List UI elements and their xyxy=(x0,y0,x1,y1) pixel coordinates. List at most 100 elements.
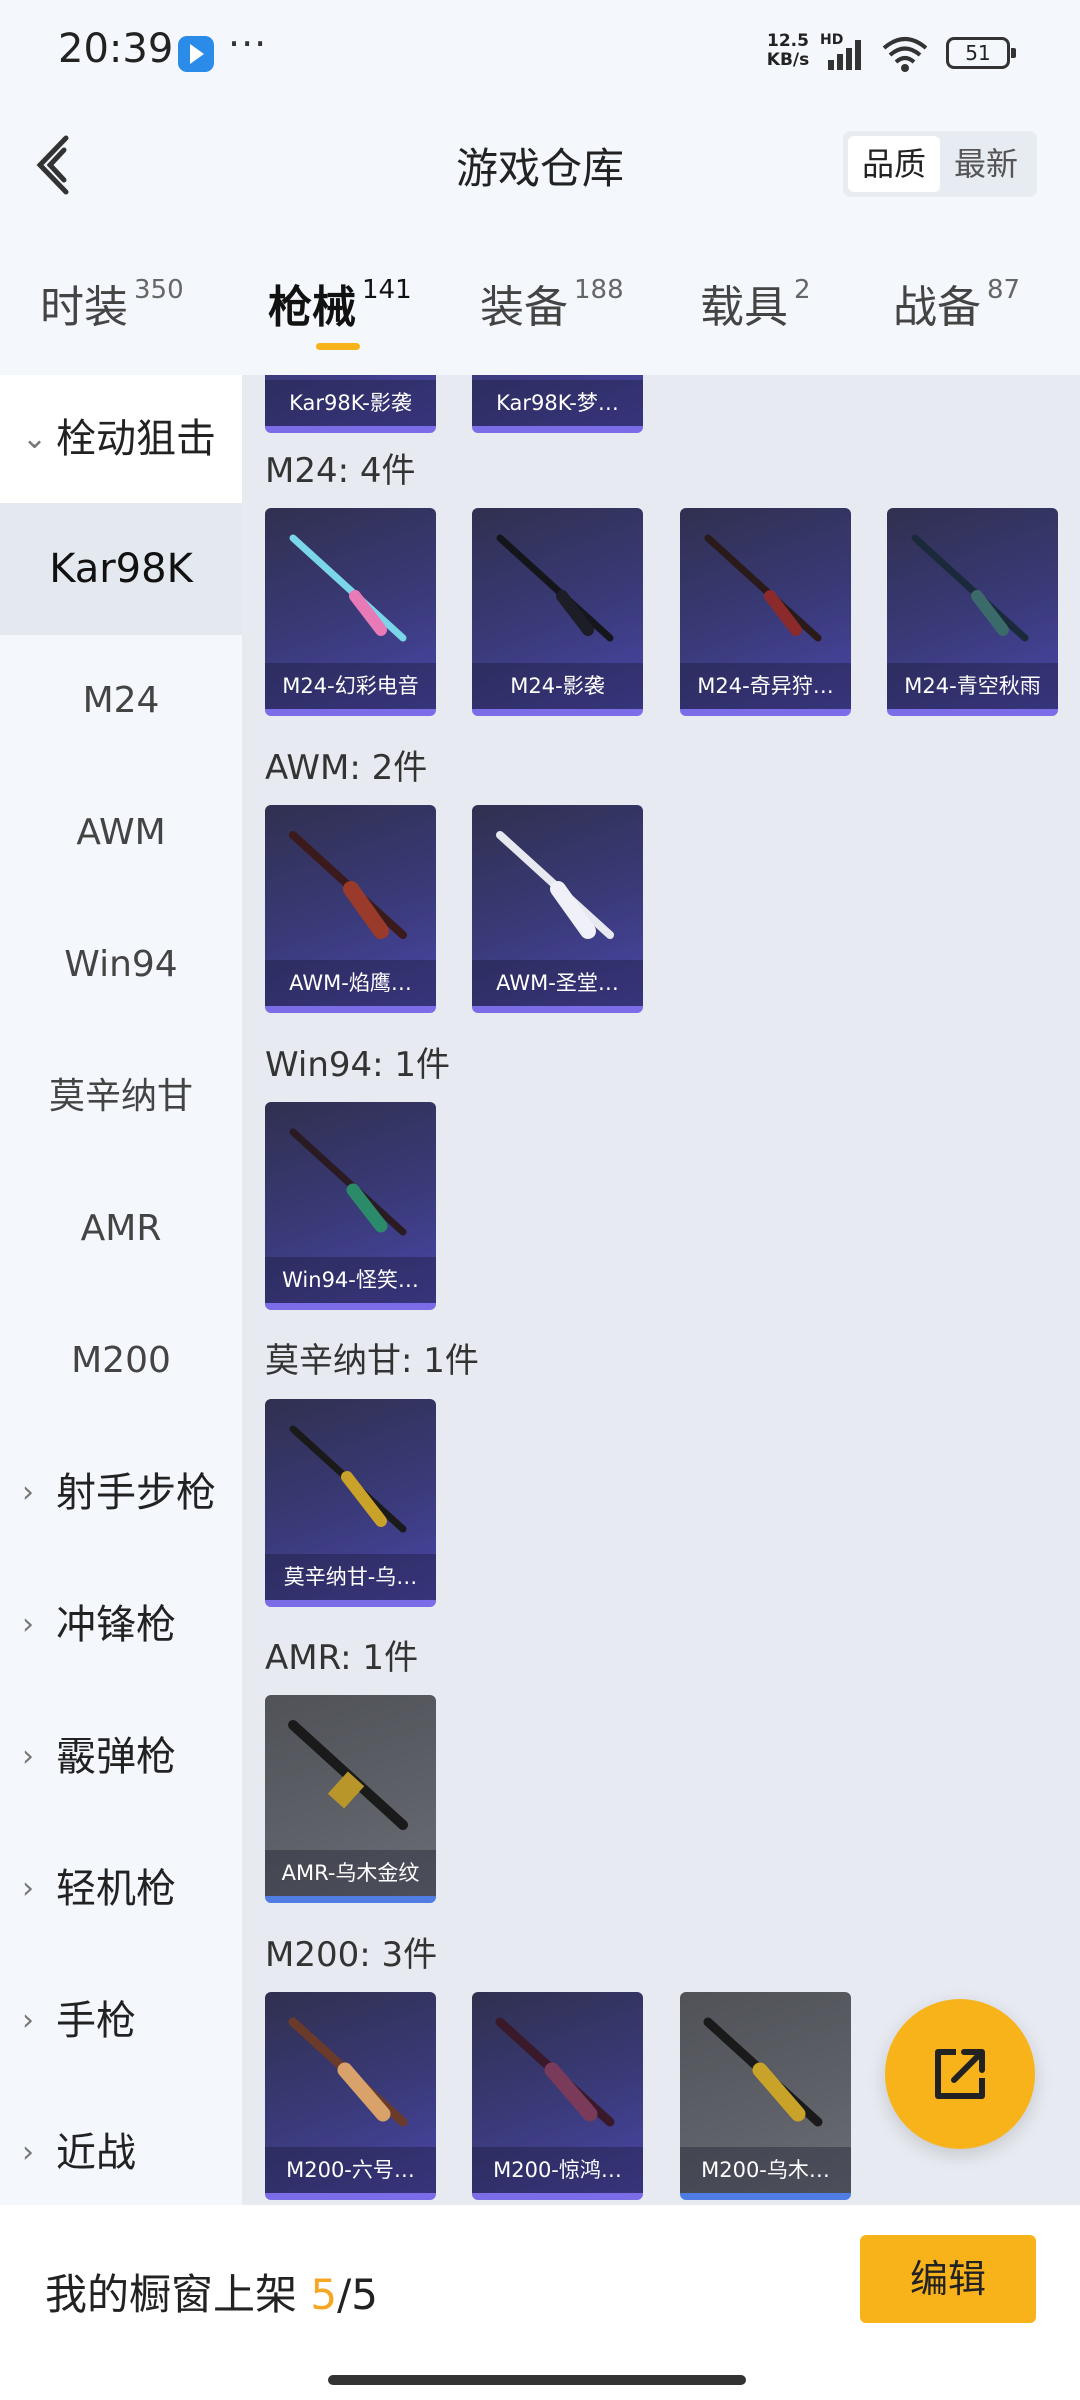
tab-label: 时装 xyxy=(40,282,128,333)
tab-count: 141 xyxy=(362,275,412,305)
tab-label: 载具 xyxy=(700,282,788,333)
section-title-m200: M200: 3件 xyxy=(265,1935,438,1975)
tab-guns[interactable]: 枪械 141 xyxy=(268,271,412,335)
weapon-card[interactable]: M24-青空秋雨 xyxy=(887,508,1058,716)
sort-option-latest[interactable]: 最新 xyxy=(940,136,1032,192)
weapon-card[interactable]: M200-乌木… xyxy=(680,1992,851,2200)
tab-vehicles[interactable]: 载具 2 xyxy=(700,271,811,335)
weapon-card-label: M24-青空秋雨 xyxy=(887,663,1058,709)
chevron-right-icon: › xyxy=(22,1871,34,1906)
sidebar-group-pistol[interactable]: › 手枪 xyxy=(0,1955,242,2087)
chevron-right-icon: › xyxy=(22,1475,34,1510)
sidebar-group-label: 冲锋枪 xyxy=(56,1602,176,1648)
section-title-win94: Win94: 1件 xyxy=(265,1045,451,1085)
weapon-card-label: Kar98K-影袭 xyxy=(265,380,436,426)
rifle-icon xyxy=(289,1425,407,1533)
sidebar-group-lmg[interactable]: › 轻机枪 xyxy=(0,1823,242,1955)
sidebar-item-amr[interactable]: AMR xyxy=(0,1163,242,1295)
tab-costumes[interactable]: 时装 350 xyxy=(40,271,184,335)
tab-count: 2 xyxy=(794,275,811,305)
weapon-card[interactable]: Win94-怪笑… xyxy=(265,1102,436,1310)
sidebar-group-label: 手枪 xyxy=(56,1998,136,2044)
weapon-card-label: AWM-焰鹰… xyxy=(265,960,436,1006)
sidebar-item-awm[interactable]: AWM xyxy=(0,767,242,899)
share-button[interactable] xyxy=(885,1999,1035,2149)
showcase-current-count: 5 xyxy=(310,2270,338,2319)
rifle-icon xyxy=(704,534,822,642)
sidebar-group-label: 射手步枪 xyxy=(56,1470,216,1516)
sidebar-group-smg[interactable]: › 冲锋枪 xyxy=(0,1559,242,1691)
rifle-icon xyxy=(288,1720,408,1830)
weapon-card[interactable]: AWM-圣堂… xyxy=(472,805,643,1013)
sort-option-quality[interactable]: 品质 xyxy=(848,136,940,192)
weapon-card[interactable]: M24-奇异狩… xyxy=(680,508,851,716)
weapon-card-label: Kar98K-梦… xyxy=(472,380,643,426)
weapon-grid: Kar98K-影袭 Kar98K-梦… M24: 4件 M24-幻彩电音 M24… xyxy=(242,375,1080,2205)
sidebar-item-kar98k[interactable]: Kar98K xyxy=(0,503,242,635)
rifle-icon xyxy=(288,2017,408,2127)
weapon-card[interactable]: AMR-乌木金纹 xyxy=(265,1695,436,1903)
weapon-card-label: M200-乌木… xyxy=(680,2147,851,2193)
bottom-bar: 我的橱窗上架 5/5 编辑 xyxy=(0,2205,1080,2400)
chevron-right-icon: › xyxy=(22,1739,34,1774)
edit-button[interactable]: 编辑 xyxy=(860,2235,1036,2323)
weapon-card[interactable]: Kar98K-梦… xyxy=(472,375,643,433)
status-bar: 20:39 ··· 12.5 KB/s HD 51 xyxy=(0,0,1080,105)
status-time: 20:39 xyxy=(58,26,174,72)
header: 游戏仓库 品质 最新 xyxy=(0,105,1080,225)
rifle-icon xyxy=(703,2017,823,2127)
more-notifications-icon: ··· xyxy=(228,22,268,66)
signal-icon xyxy=(828,40,861,70)
weapon-card[interactable]: M24-影袭 xyxy=(472,508,643,716)
weapon-card[interactable]: AWM-焰鹰… xyxy=(265,805,436,1013)
weapon-card-label: M200-六号… xyxy=(265,2147,436,2193)
active-tab-indicator xyxy=(316,343,360,350)
sort-switch: 品质 最新 xyxy=(843,131,1037,197)
sidebar-item-m200[interactable]: M200 xyxy=(0,1295,242,1427)
wifi-icon xyxy=(882,37,928,72)
sidebar-group-melee[interactable]: › 近战 xyxy=(0,2087,242,2205)
chevron-right-icon: › xyxy=(22,2003,34,2038)
tab-count: 350 xyxy=(134,275,184,305)
weapon-card[interactable]: 莫辛纳甘-乌… xyxy=(265,1399,436,1607)
weapon-card-label: Win94-怪笑… xyxy=(265,1257,436,1303)
sidebar-group-shotgun[interactable]: › 霰弹枪 xyxy=(0,1691,242,1823)
rifle-icon xyxy=(289,534,407,642)
sidebar-item-win94[interactable]: Win94 xyxy=(0,899,242,1031)
sidebar-item-mosin[interactable]: 莫辛纳甘 xyxy=(0,1031,242,1163)
section-title-amr: AMR: 1件 xyxy=(265,1638,419,1678)
rifle-icon xyxy=(496,831,614,939)
tab-label: 枪械 xyxy=(268,282,356,333)
network-speed: 12.5 KB/s xyxy=(762,32,814,70)
sidebar-group-label: 近战 xyxy=(56,2130,136,2176)
category-tabs: 时装 350 枪械 141 装备 188 载具 2 战备 87 xyxy=(0,225,1080,375)
app-notification-icon xyxy=(178,36,214,72)
sidebar-item-m24[interactable]: M24 xyxy=(0,635,242,767)
weapon-card[interactable]: M200-六号… xyxy=(265,1992,436,2200)
tab-equipment[interactable]: 装备 188 xyxy=(480,271,624,335)
rifle-icon xyxy=(495,2017,615,2127)
chevron-right-icon: › xyxy=(22,1607,34,1642)
section-title-awm: AWM: 2件 xyxy=(265,748,428,788)
tab-combat-supplies[interactable]: 战备 87 xyxy=(893,271,1020,335)
network-speed-unit: KB/s xyxy=(766,50,810,70)
sidebar-group-label: 轻机枪 xyxy=(56,1866,176,1912)
showcase-label: 我的橱窗上架 xyxy=(45,2270,298,2319)
weapon-card-label: M24-奇异狩… xyxy=(680,663,851,709)
sidebar-group-bolt-action[interactable]: ⌄ 栓动狙击 xyxy=(0,375,242,503)
sidebar-group-label: 栓动狙击 xyxy=(56,416,216,462)
rifle-icon xyxy=(289,1128,407,1236)
section-title-m24: M24: 4件 xyxy=(265,451,416,491)
weapon-card-label: AMR-乌木金纹 xyxy=(265,1850,436,1896)
weapon-card[interactable]: M24-幻彩电音 xyxy=(265,508,436,716)
weapon-card[interactable]: M200-惊鸿… xyxy=(472,1992,643,2200)
showcase-status: 我的橱窗上架 5/5 xyxy=(45,2261,378,2322)
share-icon xyxy=(935,2049,985,2099)
sidebar-group-marksman[interactable]: › 射手步枪 xyxy=(0,1427,242,1559)
sidebar: ⌄ 栓动狙击 Kar98K M24 AWM Win94 莫辛纳甘 AMR M20… xyxy=(0,375,242,2205)
tab-count: 87 xyxy=(987,275,1021,305)
weapon-card-label: M24-影袭 xyxy=(472,663,643,709)
weapon-card[interactable]: Kar98K-影袭 xyxy=(265,375,436,433)
rifle-icon xyxy=(911,534,1029,642)
home-indicator[interactable] xyxy=(328,2375,746,2385)
